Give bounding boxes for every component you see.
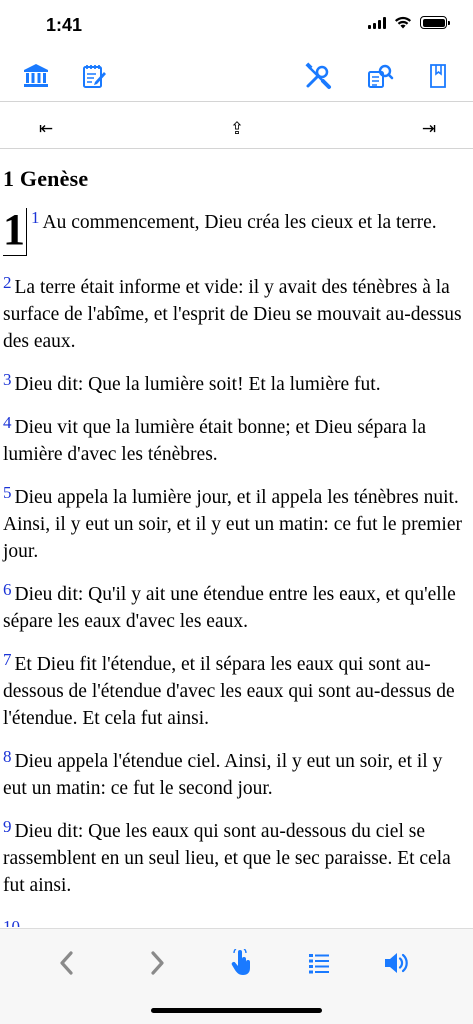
verse-text: Dieu vit que la lumière était bonne; et … (3, 417, 427, 465)
battery-icon (420, 16, 450, 29)
verse-text: La terre était informe et vide: il y ava… (3, 277, 462, 352)
search-button[interactable] (362, 58, 398, 94)
verse-text: Dieu dit: Que les eaux qui sont au-desso… (3, 821, 451, 896)
bookmark-button[interactable] (420, 58, 456, 94)
next-chapter-button[interactable] (139, 945, 175, 981)
chapter-list-button[interactable]: ⇪ (222, 116, 252, 142)
tap-hand-icon (231, 949, 250, 975)
verse-text: Au commencement, Dieu créa les cieux et … (42, 212, 437, 233)
library-button[interactable] (18, 58, 54, 94)
status-time: 1:41 (46, 15, 83, 35)
chevron-right-icon (151, 951, 164, 975)
verse-number[interactable]: 8 (3, 747, 12, 766)
dropcap-frame: 1 (3, 205, 27, 256)
first-chapter-button[interactable]: ⇤ (31, 116, 61, 142)
verse-list-button[interactable] (301, 945, 337, 981)
status-bar: 1:41 (0, 0, 473, 50)
toolbar-divider (0, 101, 473, 102)
chapter-nav: ⇤ ⇪ ⇥ (0, 110, 473, 148)
verse: 4 Dieu vit que la lumière était bonne; et… (3, 409, 463, 468)
home-indicator[interactable] (151, 1008, 322, 1013)
verse: 2 La terre était informe et vide: il y av… (3, 269, 463, 355)
verse-text: Dieu appela la lumière jour, et il appel… (3, 487, 462, 562)
nav-divider (0, 148, 473, 149)
verse-text: Dieu dit: Que la lumière soit! Et la lum… (14, 374, 381, 395)
audio-button[interactable] (378, 945, 414, 981)
reader-content[interactable]: 1 Genèse 1 1 Au commencement, Dieu créa l… (0, 150, 473, 927)
verse: 6 Dieu dit: Qu'il y ait une étendue entre… (3, 576, 463, 635)
tools-icon (305, 62, 331, 89)
cellular-signal-icon (368, 16, 386, 29)
verse: 5 Dieu appela la lumière jour, et il appe… (3, 479, 463, 565)
verse-number[interactable]: 9 (3, 817, 12, 836)
wifi-icon (395, 16, 411, 29)
verse-number[interactable]: 7 (3, 650, 12, 669)
verse: 7 Et Dieu fit l'étendue, et il sépara les… (3, 646, 463, 732)
last-chapter-button[interactable]: ⇥ (414, 116, 444, 142)
verse: 1 1 Au commencement, Dieu créa les cieux … (3, 204, 463, 258)
notepad-icon (83, 65, 106, 88)
top-toolbar (0, 52, 473, 100)
list-icon (309, 954, 329, 974)
tap-mode-button[interactable] (224, 945, 260, 981)
tools-button[interactable] (300, 58, 336, 94)
chevron-left-icon (60, 951, 73, 975)
verse: 9 Dieu dit: Que les eaux qui sont au-dess… (3, 813, 463, 899)
verse-number[interactable]: 2 (3, 273, 12, 292)
verse: 3 Dieu dit: Que la lumière soit! Et la lu… (3, 366, 463, 398)
verse-number[interactable]: 1 (31, 208, 40, 227)
verse-number[interactable]: 5 (3, 483, 12, 502)
verse-text: Dieu appela l'étendue ciel. Ainsi, il y … (3, 751, 443, 799)
chapter-title: 1 Genèse (3, 166, 89, 191)
previous-chapter-button[interactable] (49, 945, 85, 981)
chapter-dropcap: 1 (3, 205, 25, 254)
speaker-icon (385, 953, 408, 973)
verse-number[interactable]: 10 (3, 917, 20, 927)
verse-number[interactable]: 6 (3, 580, 12, 599)
bank-icon (24, 64, 48, 87)
notes-button[interactable] (76, 58, 112, 94)
status-icons (368, 16, 450, 29)
verse-text: Dieu dit: Qu'il y ait une étendue entre … (3, 584, 456, 632)
verse: 8 Dieu appela l'étendue ciel. Ainsi, il y… (3, 743, 463, 802)
verse-number[interactable]: 4 (3, 413, 12, 432)
verse: 10 (3, 913, 463, 927)
search-list-icon (368, 64, 394, 88)
bookmark-icon (430, 64, 446, 88)
verse-text: Et Dieu fit l'étendue, et il sépara les … (3, 654, 455, 729)
verse-number[interactable]: 3 (3, 370, 12, 389)
